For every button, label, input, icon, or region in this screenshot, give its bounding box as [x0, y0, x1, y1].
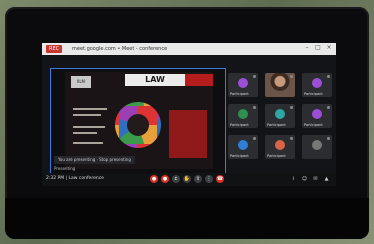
people-icon[interactable]: ☺: [301, 175, 308, 183]
participant-name: Participant: [267, 123, 286, 127]
meeting-info: 2:32 PM | Law conference: [46, 176, 104, 181]
participant-tile[interactable]: Participant: [228, 104, 258, 128]
presentation-slide: IILM LAW: [65, 72, 213, 169]
mic-off-icon: [253, 75, 256, 78]
participant-tile[interactable]: [302, 135, 332, 159]
call-controls: ● ● c ✋ ⇧ ⋮ ☎: [150, 175, 224, 183]
participant-name: Participant: [230, 123, 249, 127]
monitor-bottom: [5, 198, 369, 239]
slide-text-line: [73, 126, 105, 128]
participant-tile[interactable]: Participant: [302, 73, 332, 97]
mic-off-icon: [290, 106, 293, 109]
avatar: [275, 140, 285, 150]
participant-name: Participant: [304, 92, 323, 96]
mic-off-icon[interactable]: ●: [150, 175, 158, 183]
presenter-label: Presenting: [54, 166, 76, 171]
screen: REC meet.google.com • Meet - conference …: [42, 43, 336, 186]
participant-name: Participant: [267, 154, 286, 158]
side-controls: i ☺ ✉ ▲: [290, 175, 330, 183]
window-controls: – □ ×: [304, 45, 332, 51]
avatar: [312, 78, 322, 88]
browser-titlebar: REC meet.google.com • Meet - conference …: [42, 43, 336, 55]
slide-emblem: [115, 102, 161, 148]
slide-logo: IILM: [71, 76, 91, 88]
mic-off-icon: [253, 137, 256, 140]
hand-icon[interactable]: ✋: [183, 175, 191, 183]
record-badge: REC: [46, 45, 63, 53]
camera-off-icon[interactable]: ●: [161, 175, 169, 183]
slide-header-band: [185, 74, 213, 86]
participant-name: Participant: [230, 154, 249, 158]
participant-tile[interactable]: Participant: [265, 135, 295, 159]
participant-tile[interactable]: Participant: [302, 104, 332, 128]
participant-name: Participant: [304, 123, 323, 127]
slide-text-line: [73, 114, 101, 116]
close-button[interactable]: ×: [326, 45, 332, 51]
avatar: [312, 140, 322, 150]
slide-red-panel: [169, 110, 207, 158]
maximize-button[interactable]: □: [315, 45, 321, 51]
participant-name: Participant: [230, 92, 249, 96]
avatar: [238, 78, 248, 88]
participant-tile[interactable]: Participant: [265, 104, 295, 128]
participant-tile[interactable]: [265, 73, 295, 97]
mic-off-icon: [253, 106, 256, 109]
slide-title: LAW: [125, 74, 185, 86]
mic-off-icon: [290, 137, 293, 140]
slide-text-line: [73, 132, 97, 134]
avatar: [312, 109, 322, 119]
window-title: meet.google.com • Meet - conference: [72, 46, 168, 52]
mic-off-icon: [327, 137, 330, 140]
mic-off-icon: [327, 75, 330, 78]
captions-icon[interactable]: c: [172, 175, 180, 183]
chat-icon[interactable]: ✉: [312, 175, 319, 183]
meeting-toolbar: 2:32 PM | Law conference ● ● c ✋ ⇧ ⋮ ☎ i…: [42, 173, 336, 186]
participant-grid: Participant Participant Participant Part…: [228, 73, 332, 161]
avatar: [275, 109, 285, 119]
avatar: [238, 140, 248, 150]
slide-text-line: [73, 108, 107, 110]
participant-tile[interactable]: Participant: [228, 135, 258, 159]
minimize-button[interactable]: –: [304, 45, 310, 51]
present-icon[interactable]: ⇧: [194, 175, 202, 183]
mic-off-icon: [327, 106, 330, 109]
emblem-center: [127, 114, 149, 136]
participant-tile[interactable]: Participant: [228, 73, 258, 97]
mic-off-icon: [290, 75, 293, 78]
slide-text-line: [73, 142, 103, 144]
end-call-icon[interactable]: ☎: [216, 175, 224, 183]
avatar: [238, 109, 248, 119]
more-icon[interactable]: ⋮: [205, 175, 213, 183]
presenting-banner[interactable]: You are presenting · Stop presenting: [54, 156, 135, 164]
info-icon[interactable]: i: [290, 175, 297, 183]
activities-icon[interactable]: ▲: [323, 175, 330, 183]
shared-screen[interactable]: IILM LAW You are presenting · Stop prese…: [50, 68, 226, 176]
